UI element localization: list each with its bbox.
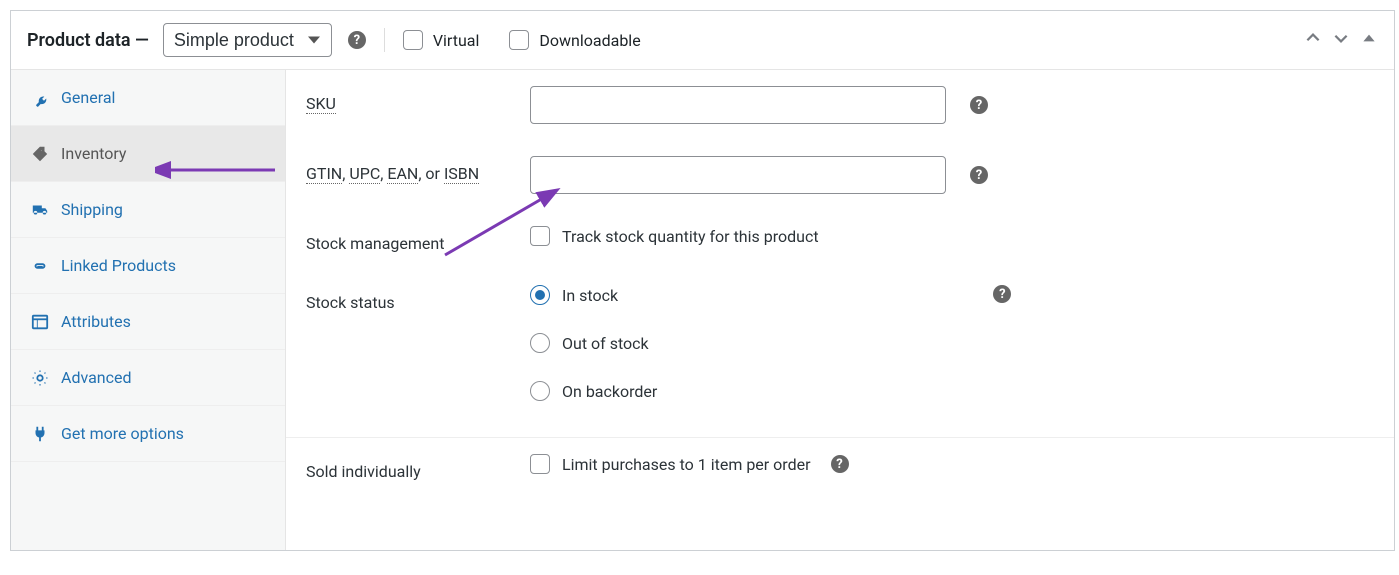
plug-icon <box>31 425 49 443</box>
tab-shipping[interactable]: Shipping <box>11 182 285 238</box>
radio-backorder[interactable] <box>530 381 550 401</box>
radio-outofstock[interactable] <box>530 333 550 353</box>
sold-individually-label: Sold individually <box>306 454 530 481</box>
stock-status-radio-group: In stock Out of stock On backorder <box>530 285 657 401</box>
tab-label: Advanced <box>61 368 132 387</box>
product-data-metabox: Product data — Simple product ? Virtual … <box>10 10 1395 551</box>
help-icon[interactable]: ? <box>348 31 366 49</box>
virtual-label: Virtual <box>433 31 480 50</box>
tab-label: Get more options <box>61 424 184 443</box>
radio-instock[interactable] <box>530 285 550 305</box>
tab-attributes[interactable]: Attributes <box>11 294 285 350</box>
stock-status-label: Stock status <box>306 285 530 312</box>
list-icon <box>31 313 49 331</box>
downloadable-label: Downloadable <box>539 31 640 50</box>
panel-controls <box>1304 29 1378 52</box>
inventory-panel: SKU ? GTIN, UPC, EAN, or ISBN ? Stock ma… <box>286 70 1394 550</box>
stock-management-label: Stock management <box>306 226 530 253</box>
product-code-input[interactable] <box>530 156 946 194</box>
product-code-label: GTIN, UPC, EAN, or ISBN <box>306 156 530 183</box>
tag-icon <box>31 145 49 163</box>
sku-label: SKU <box>306 86 530 113</box>
link-icon <box>31 257 49 275</box>
tab-inventory[interactable]: Inventory <box>11 126 285 182</box>
truck-icon <box>31 201 49 219</box>
metabox-title: Product data — <box>27 30 149 51</box>
track-stock-checkbox[interactable] <box>530 226 550 246</box>
track-stock-checkbox-group[interactable]: Track stock quantity for this product <box>530 226 819 246</box>
help-icon[interactable]: ? <box>831 455 849 473</box>
collapse-icon[interactable] <box>1360 29 1378 52</box>
product-data-tabs: General Inventory Shipping Linked Produc… <box>11 70 286 550</box>
gear-icon <box>31 369 49 387</box>
downloadable-checkbox[interactable] <box>509 30 529 50</box>
stock-status-outofstock[interactable]: Out of stock <box>530 333 657 353</box>
tab-general[interactable]: General <box>11 70 285 126</box>
stock-status-backorder[interactable]: On backorder <box>530 381 657 401</box>
track-stock-label: Track stock quantity for this product <box>562 227 819 246</box>
metabox-header: Product data — Simple product ? Virtual … <box>11 11 1394 70</box>
move-down-icon[interactable] <box>1332 29 1350 52</box>
tab-label: Inventory <box>61 144 127 163</box>
move-up-icon[interactable] <box>1304 29 1322 52</box>
sold-individually-text: Limit purchases to 1 item per order <box>562 455 811 474</box>
product-type-select[interactable]: Simple product <box>163 23 332 57</box>
tab-advanced[interactable]: Advanced <box>11 350 285 406</box>
tab-label: Shipping <box>61 200 123 219</box>
tab-linked-products[interactable]: Linked Products <box>11 238 285 294</box>
tab-label: Attributes <box>61 312 131 331</box>
sku-input[interactable] <box>530 86 946 124</box>
virtual-checkbox-group[interactable]: Virtual <box>403 30 480 50</box>
tab-label: General <box>61 88 115 107</box>
stock-status-instock[interactable]: In stock <box>530 285 657 305</box>
help-icon[interactable]: ? <box>993 285 1011 303</box>
virtual-checkbox[interactable] <box>403 30 423 50</box>
sold-individually-checkbox[interactable] <box>530 454 550 474</box>
sold-individually-checkbox-group[interactable]: Limit purchases to 1 item per order <box>530 454 811 474</box>
tab-get-more-options[interactable]: Get more options <box>11 406 285 462</box>
downloadable-checkbox-group[interactable]: Downloadable <box>509 30 640 50</box>
wrench-icon <box>31 89 49 107</box>
tab-label: Linked Products <box>61 256 176 275</box>
help-icon[interactable]: ? <box>970 96 988 114</box>
separator <box>384 28 385 52</box>
help-icon[interactable]: ? <box>970 166 988 184</box>
